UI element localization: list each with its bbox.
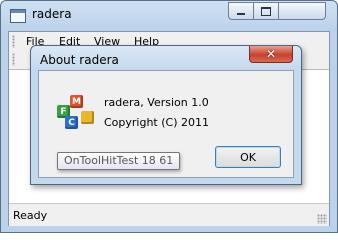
maximize-icon [261,6,271,16]
mfc-app-icon: M F C [57,92,97,132]
copyright-text: Copyright (C) 2011 [104,116,209,129]
window-title: radera [32,7,72,21]
minimize-button[interactable] [228,2,254,20]
close-icon: ✕ [265,47,277,61]
maximize-button[interactable] [253,2,279,20]
icon-block-extra [81,111,94,124]
app-icon[interactable] [10,9,26,23]
dialog-close-button[interactable]: ✕ [249,46,293,63]
ok-button[interactable]: OK [215,146,281,168]
menubar-grip-icon[interactable] [12,35,15,48]
icon-block-m: M [70,95,83,108]
title-bar[interactable]: radera [1,1,337,31]
tooltip: OnToolHitTest 18 61 [57,152,181,170]
version-text: radera, Version 1.0 [104,96,209,109]
size-grip-icon[interactable] [317,214,327,224]
status-bar: Ready [9,203,329,226]
status-text: Ready [13,209,48,222]
minimize-icon [237,13,245,15]
close-button[interactable] [278,2,326,20]
toolbar-grip-icon[interactable] [12,53,15,66]
dialog-title: About radera [40,53,119,67]
icon-block-c: C [65,116,78,129]
